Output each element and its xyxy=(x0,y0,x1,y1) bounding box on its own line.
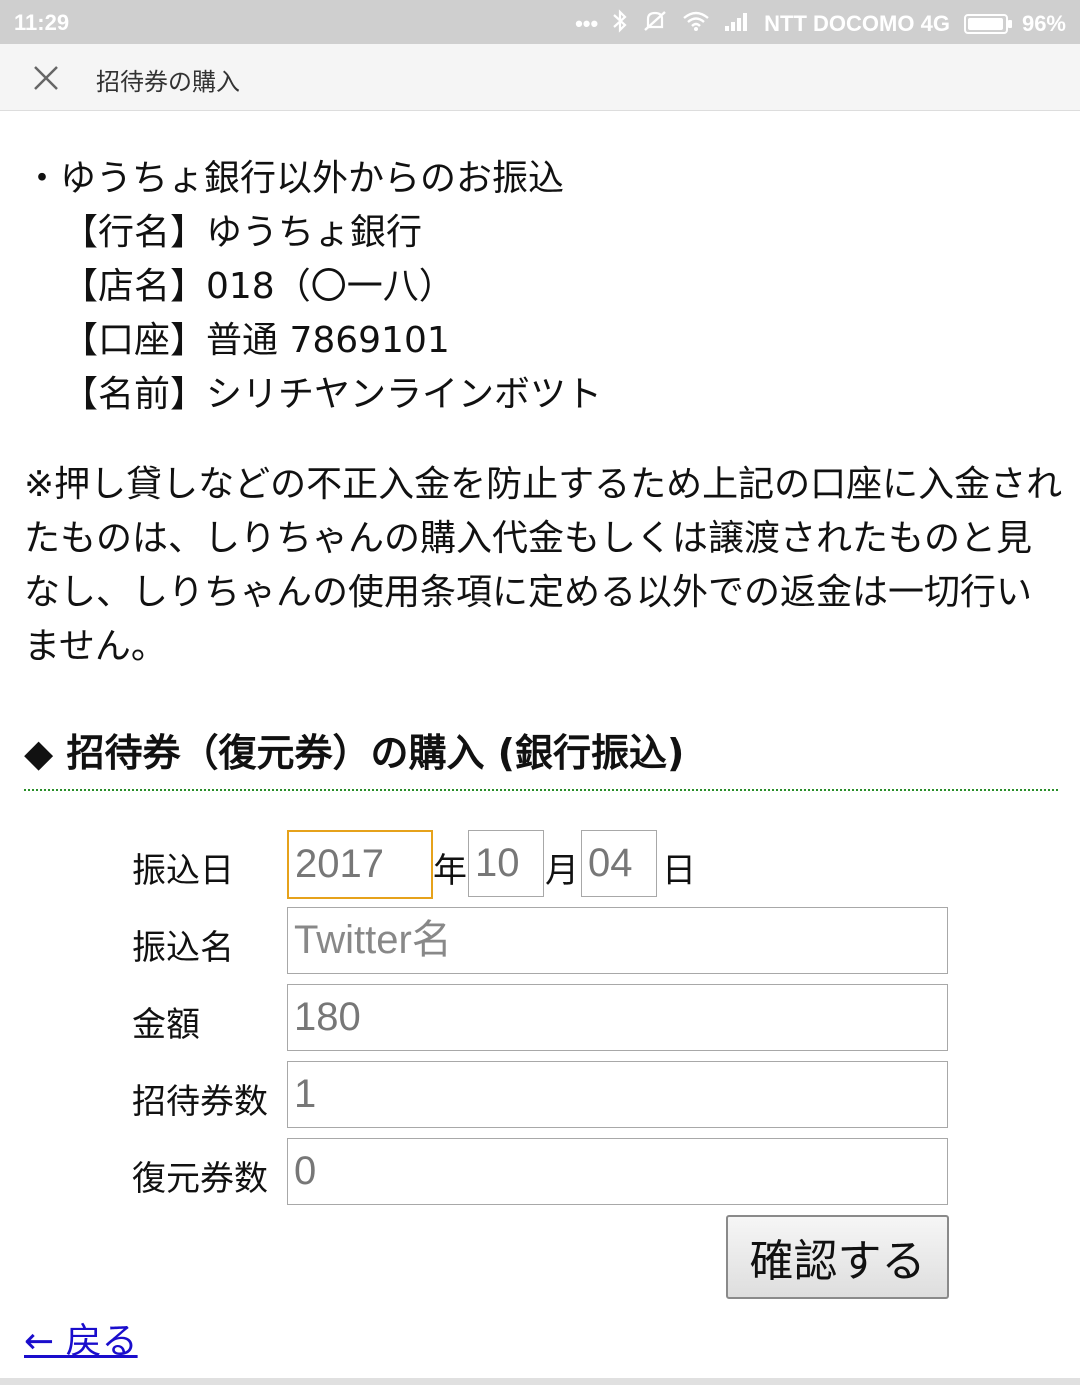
back-link[interactable]: ← 戻る xyxy=(24,1312,138,1364)
bluetooth-icon xyxy=(612,9,628,39)
amount-label: 金額 xyxy=(132,1005,200,1045)
date-label: 振込日 xyxy=(132,851,234,891)
status-time: 11:29 xyxy=(14,10,70,35)
year-unit: 年 xyxy=(433,851,467,891)
battery-icon xyxy=(963,14,1012,34)
bank-info-line-holder: 【名前】シリチヤンラインボツト xyxy=(62,374,603,415)
section-title: ◆ 招待券（復元券）の購入 (銀行振込) xyxy=(24,722,1058,791)
status-bar: 11:29 ••• NTT DOCOMO 4G 96% xyxy=(0,0,1080,44)
bank-info-heading: ・ゆうちょ銀行以外からのお振込 xyxy=(24,158,565,199)
transfer-name-input[interactable] xyxy=(287,907,948,974)
status-icons: ••• NTT DOCOMO 4G 96% xyxy=(575,9,1066,39)
month-unit: 月 xyxy=(545,851,579,891)
wifi-icon xyxy=(682,10,710,38)
battery-fill xyxy=(967,18,1003,30)
restore-count-input[interactable] xyxy=(287,1138,948,1205)
year-input[interactable] xyxy=(287,830,433,899)
more-dots-icon: ••• xyxy=(575,11,599,36)
restore-count-label: 復元券数 xyxy=(132,1159,268,1199)
confirm-button[interactable]: 確認する xyxy=(726,1215,949,1299)
day-unit: 日 xyxy=(662,851,696,891)
invite-count-input[interactable] xyxy=(287,1061,948,1128)
app-header: 招待券の購入 xyxy=(0,44,1080,111)
mute-icon xyxy=(642,9,668,39)
amount-input[interactable] xyxy=(287,984,948,1051)
battery-percent: 96% xyxy=(1021,11,1066,36)
transfer-name-label: 振込名 xyxy=(132,928,234,968)
page-title: 招待券の購入 xyxy=(96,68,240,96)
close-icon[interactable] xyxy=(28,60,64,96)
carrier-label: NTT DOCOMO 4G xyxy=(764,11,950,36)
day-input[interactable] xyxy=(581,830,657,897)
bottom-edge xyxy=(0,1378,1080,1385)
refund-notice: ※押し貸しなどの不正入金を防止するため上記の口座に入金されたものは、しりちゃんの… xyxy=(24,464,1063,667)
bank-info: ・ゆうちょ銀行以外からのお振込 【行名】ゆうちょ銀行 【店名】018（〇一八） … xyxy=(24,152,602,422)
bank-info-line-account: 【口座】普通 7869101 xyxy=(62,320,450,361)
signal-icon xyxy=(724,10,750,38)
invite-count-label: 招待券数 xyxy=(132,1082,268,1122)
bank-info-line-bank-name: 【行名】ゆうちょ銀行 xyxy=(62,212,423,253)
month-input[interactable] xyxy=(468,830,544,897)
bank-info-line-branch: 【店名】018（〇一八） xyxy=(62,266,455,307)
